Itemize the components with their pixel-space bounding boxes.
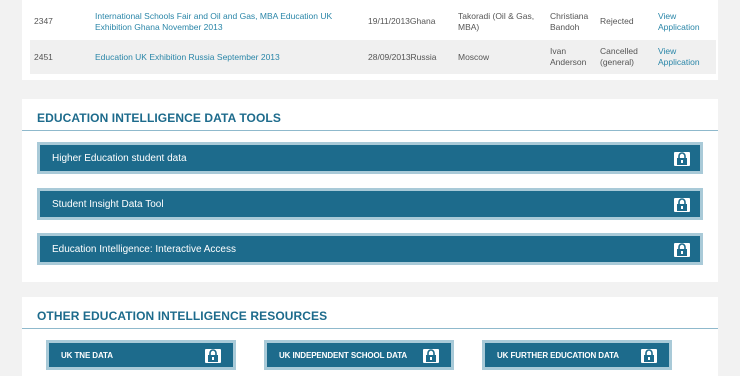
event-date: 19/11/2013Ghana xyxy=(368,16,436,26)
contact-name: Ivan Anderson xyxy=(550,46,587,67)
tool-higher-education-student-data[interactable]: Higher Education student data xyxy=(37,142,703,174)
tool-student-insight-data-tool[interactable]: Student Insight Data Tool xyxy=(37,188,703,220)
resource-label: UK TNE DATA xyxy=(61,351,113,360)
lock-icon xyxy=(674,243,690,257)
event-country: Ghana xyxy=(409,16,436,26)
lock-icon xyxy=(423,349,439,363)
resource-uk-independent-school-data[interactable]: UK INDEPENDENT SCHOOL DATA xyxy=(264,340,454,370)
table-row: 2347 International Schools Fair and Oil … xyxy=(30,8,716,40)
resource-uk-tne-data[interactable]: UK TNE DATA xyxy=(46,340,236,370)
lock-icon xyxy=(674,198,690,212)
divider xyxy=(22,328,718,329)
event-country: Russia xyxy=(410,52,437,62)
view-application-link[interactable]: View Application xyxy=(658,11,714,33)
event-link[interactable]: International Schools Fair and Oil and G… xyxy=(95,11,365,33)
table-row: 2451 Education UK Exhibition Russia Sept… xyxy=(30,40,716,74)
lock-icon xyxy=(674,152,690,166)
applications-table: 2347 International Schools Fair and Oil … xyxy=(22,0,718,80)
application-id: 2451 xyxy=(34,52,53,62)
tool-label: Student Insight Data Tool xyxy=(52,199,164,210)
status-text: Rejected xyxy=(600,16,634,26)
section-title: OTHER EDUCATION INTELLIGENCE RESOURCES xyxy=(37,309,328,323)
section-title: EDUCATION INTELLIGENCE DATA TOOLS xyxy=(37,111,281,125)
application-id: 2347 xyxy=(34,16,53,26)
status-text: Cancelled (general) xyxy=(600,46,638,67)
divider xyxy=(22,130,718,131)
lock-icon xyxy=(641,349,657,363)
resource-label: UK INDEPENDENT SCHOOL DATA xyxy=(279,351,408,360)
contact-name: Christiana Bandoh xyxy=(550,11,589,32)
event-date: 28/09/2013Russia xyxy=(368,52,437,62)
resources-panel: OTHER EDUCATION INTELLIGENCE RESOURCES U… xyxy=(22,297,718,376)
resource-label: UK FURTHER EDUCATION DATA xyxy=(497,351,619,360)
tool-interactive-access[interactable]: Education Intelligence: Interactive Acce… xyxy=(37,233,703,265)
tool-label: Education Intelligence: Interactive Acce… xyxy=(52,244,236,255)
event-link[interactable]: Education UK Exhibition Russia September… xyxy=(95,52,365,63)
view-application-link[interactable]: View Application xyxy=(658,46,714,68)
lock-icon xyxy=(205,349,221,363)
event-city: Takoradi (Oil & Gas, MBA) xyxy=(458,11,535,32)
data-tools-panel: EDUCATION INTELLIGENCE DATA TOOLS Higher… xyxy=(22,99,718,282)
event-city: Moscow xyxy=(458,52,490,62)
tool-label: Higher Education student data xyxy=(52,153,187,164)
resource-uk-further-education-data[interactable]: UK FURTHER EDUCATION DATA xyxy=(482,340,672,370)
